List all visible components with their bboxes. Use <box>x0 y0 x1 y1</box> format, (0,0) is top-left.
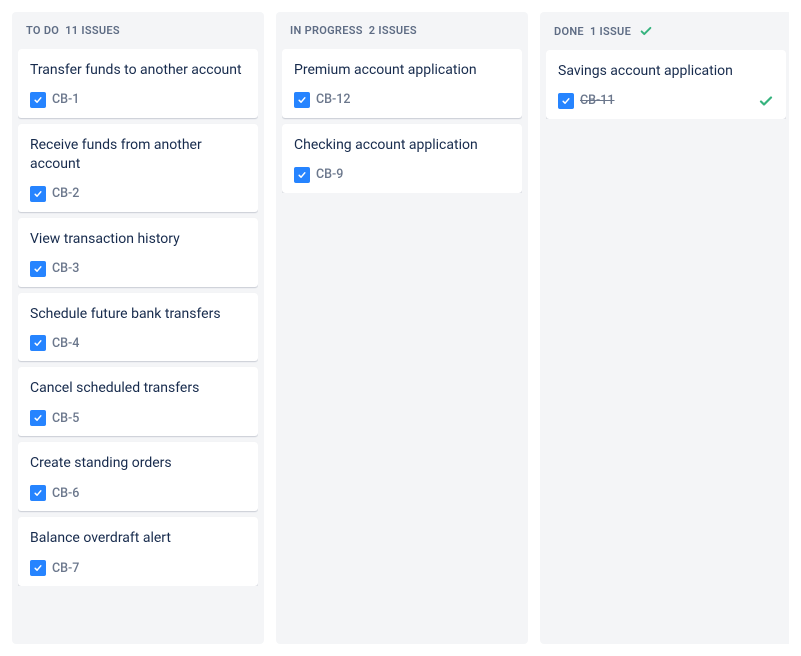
board-column[interactable]: IN PROGRESS 2 ISSUES Premium account appli… <box>276 12 528 644</box>
issue-title: Create standing orders <box>30 454 246 473</box>
issue-key: CB-9 <box>316 167 343 182</box>
issue-key: CB-1 <box>52 92 79 107</box>
issue-title: Schedule future bank transfers <box>30 305 246 324</box>
issue-title: Premium account application <box>294 61 510 80</box>
column-issue-count: 2 ISSUES <box>369 24 417 37</box>
issue-title: Balance overdraft alert <box>30 529 246 548</box>
issue-card[interactable]: Schedule future bank transfers CB-4 <box>18 293 258 362</box>
column-issue-count: 11 ISSUES <box>65 24 120 37</box>
issue-key: CB-2 <box>52 186 79 201</box>
issue-key: CB-6 <box>52 486 79 501</box>
issue-key: CB-11 <box>580 93 615 108</box>
issue-key: CB-4 <box>52 336 79 351</box>
task-issue-type-icon <box>30 261 46 277</box>
issue-card-footer: CB-9 <box>294 167 510 183</box>
column-body: Savings account application CB-11 <box>546 50 786 119</box>
done-column-check-icon <box>639 24 653 38</box>
issue-card-footer: CB-1 <box>30 92 246 108</box>
kanban-board: TO DO 11 ISSUES Transfer funds to another … <box>12 12 789 644</box>
issue-title: View transaction history <box>30 230 246 249</box>
issue-key: CB-3 <box>52 261 79 276</box>
board-column[interactable]: DONE 1 ISSUE Savings account application CB… <box>540 12 789 644</box>
issue-card[interactable]: Balance overdraft alert CB-7 <box>18 517 258 586</box>
task-issue-type-icon <box>294 167 310 183</box>
issue-card[interactable]: Cancel scheduled transfers CB-5 <box>18 367 258 436</box>
issue-title: Savings account application <box>558 62 774 81</box>
column-body: Premium account application CB-12 Checking… <box>282 49 522 193</box>
issue-key: CB-7 <box>52 561 79 576</box>
issue-card[interactable]: Create standing orders CB-6 <box>18 442 258 511</box>
issue-card[interactable]: Receive funds from another account CB-2 <box>18 124 258 212</box>
task-issue-type-icon <box>30 92 46 108</box>
issue-title: Transfer funds to another account <box>30 61 246 80</box>
column-header[interactable]: DONE 1 ISSUE <box>546 24 786 50</box>
issue-title: Cancel scheduled transfers <box>30 379 246 398</box>
column-body: Transfer funds to another account CB-1 Rec… <box>18 49 258 586</box>
issue-card-footer: CB-5 <box>30 410 246 426</box>
task-issue-type-icon <box>30 186 46 202</box>
task-issue-type-icon <box>30 335 46 351</box>
issue-title: Checking account application <box>294 136 510 155</box>
issue-key: CB-12 <box>316 92 351 107</box>
issue-card[interactable]: Premium account application CB-12 <box>282 49 522 118</box>
column-issue-count: 1 ISSUE <box>590 25 631 38</box>
task-issue-type-icon <box>294 92 310 108</box>
column-title: DONE <box>554 25 584 38</box>
column-header[interactable]: IN PROGRESS 2 ISSUES <box>282 24 522 49</box>
issue-card[interactable]: View transaction history CB-3 <box>18 218 258 287</box>
board-column[interactable]: TO DO 11 ISSUES Transfer funds to another … <box>12 12 264 644</box>
task-issue-type-icon <box>30 560 46 576</box>
issue-card-footer: CB-7 <box>30 560 246 576</box>
task-issue-type-icon <box>30 410 46 426</box>
issue-key: CB-5 <box>52 411 79 426</box>
column-title: TO DO <box>26 24 59 37</box>
issue-title: Receive funds from another account <box>30 136 246 174</box>
issue-card-footer: CB-3 <box>30 261 246 277</box>
issue-card-footer: CB-4 <box>30 335 246 351</box>
issue-done-check-icon <box>758 93 774 109</box>
task-issue-type-icon <box>30 485 46 501</box>
issue-card-footer: CB-6 <box>30 485 246 501</box>
column-title: IN PROGRESS <box>290 24 363 37</box>
issue-card[interactable]: Transfer funds to another account CB-1 <box>18 49 258 118</box>
task-issue-type-icon <box>558 93 574 109</box>
issue-card-footer: CB-11 <box>558 93 774 109</box>
issue-card-footer: CB-12 <box>294 92 510 108</box>
issue-card[interactable]: Checking account application CB-9 <box>282 124 522 193</box>
issue-card[interactable]: Savings account application CB-11 <box>546 50 786 119</box>
column-header[interactable]: TO DO 11 ISSUES <box>18 24 258 49</box>
issue-card-footer: CB-2 <box>30 186 246 202</box>
